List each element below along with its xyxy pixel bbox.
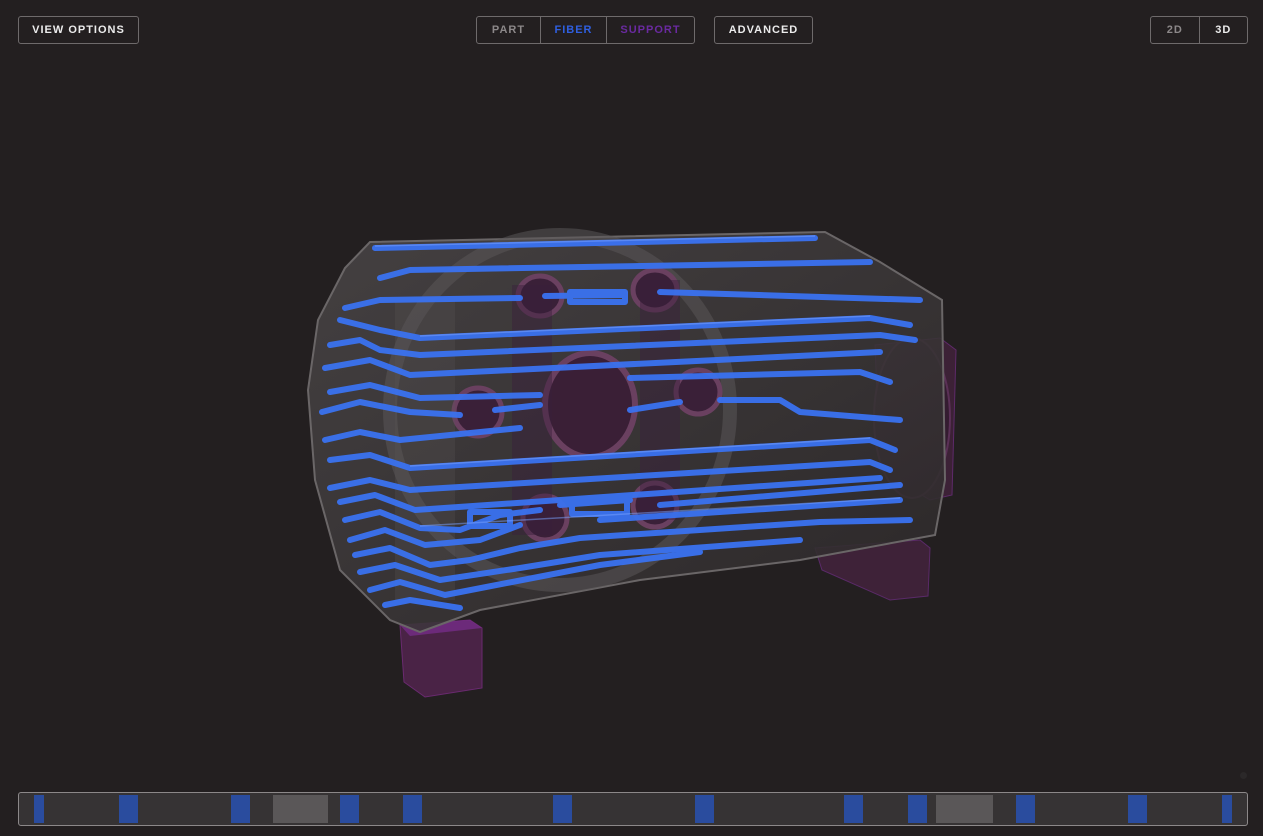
timeline-marker[interactable]	[936, 795, 993, 823]
timeline-marker[interactable]	[695, 795, 714, 823]
layer-timeline[interactable]	[18, 792, 1248, 826]
timeline-marker[interactable]	[403, 795, 422, 823]
tab-3d[interactable]: 3D	[1200, 17, 1248, 43]
app-root: VIEW OPTIONS PART FIBER SUPPORT ADVANCED…	[0, 0, 1263, 836]
timeline-marker[interactable]	[1016, 795, 1035, 823]
dimension-segmented-control: 2D 3D	[1150, 16, 1248, 44]
tab-fiber[interactable]: FIBER	[541, 17, 607, 43]
advanced-button[interactable]: ADVANCED	[714, 16, 813, 44]
timeline-marker[interactable]	[908, 795, 927, 823]
timeline-marker[interactable]	[340, 795, 359, 823]
tab-part[interactable]: PART	[477, 17, 541, 43]
timeline-marker[interactable]	[553, 795, 572, 823]
timeline-marker[interactable]	[34, 795, 44, 823]
3d-viewport[interactable]	[0, 60, 1263, 780]
timeline-marker[interactable]	[119, 795, 138, 823]
timeline-marker[interactable]	[231, 795, 250, 823]
view-options-button[interactable]: VIEW OPTIONS	[18, 16, 139, 44]
status-dot-icon	[1240, 772, 1247, 779]
timeline-marker[interactable]	[844, 795, 863, 823]
timeline-marker[interactable]	[273, 795, 328, 823]
timeline-marker[interactable]	[1222, 795, 1232, 823]
timeline-marker[interactable]	[1128, 795, 1147, 823]
3d-part-model-icon	[306, 228, 957, 698]
mode-segmented-control: PART FIBER SUPPORT	[476, 16, 695, 44]
tab-2d[interactable]: 2D	[1151, 17, 1200, 43]
tab-support[interactable]: SUPPORT	[607, 17, 694, 43]
